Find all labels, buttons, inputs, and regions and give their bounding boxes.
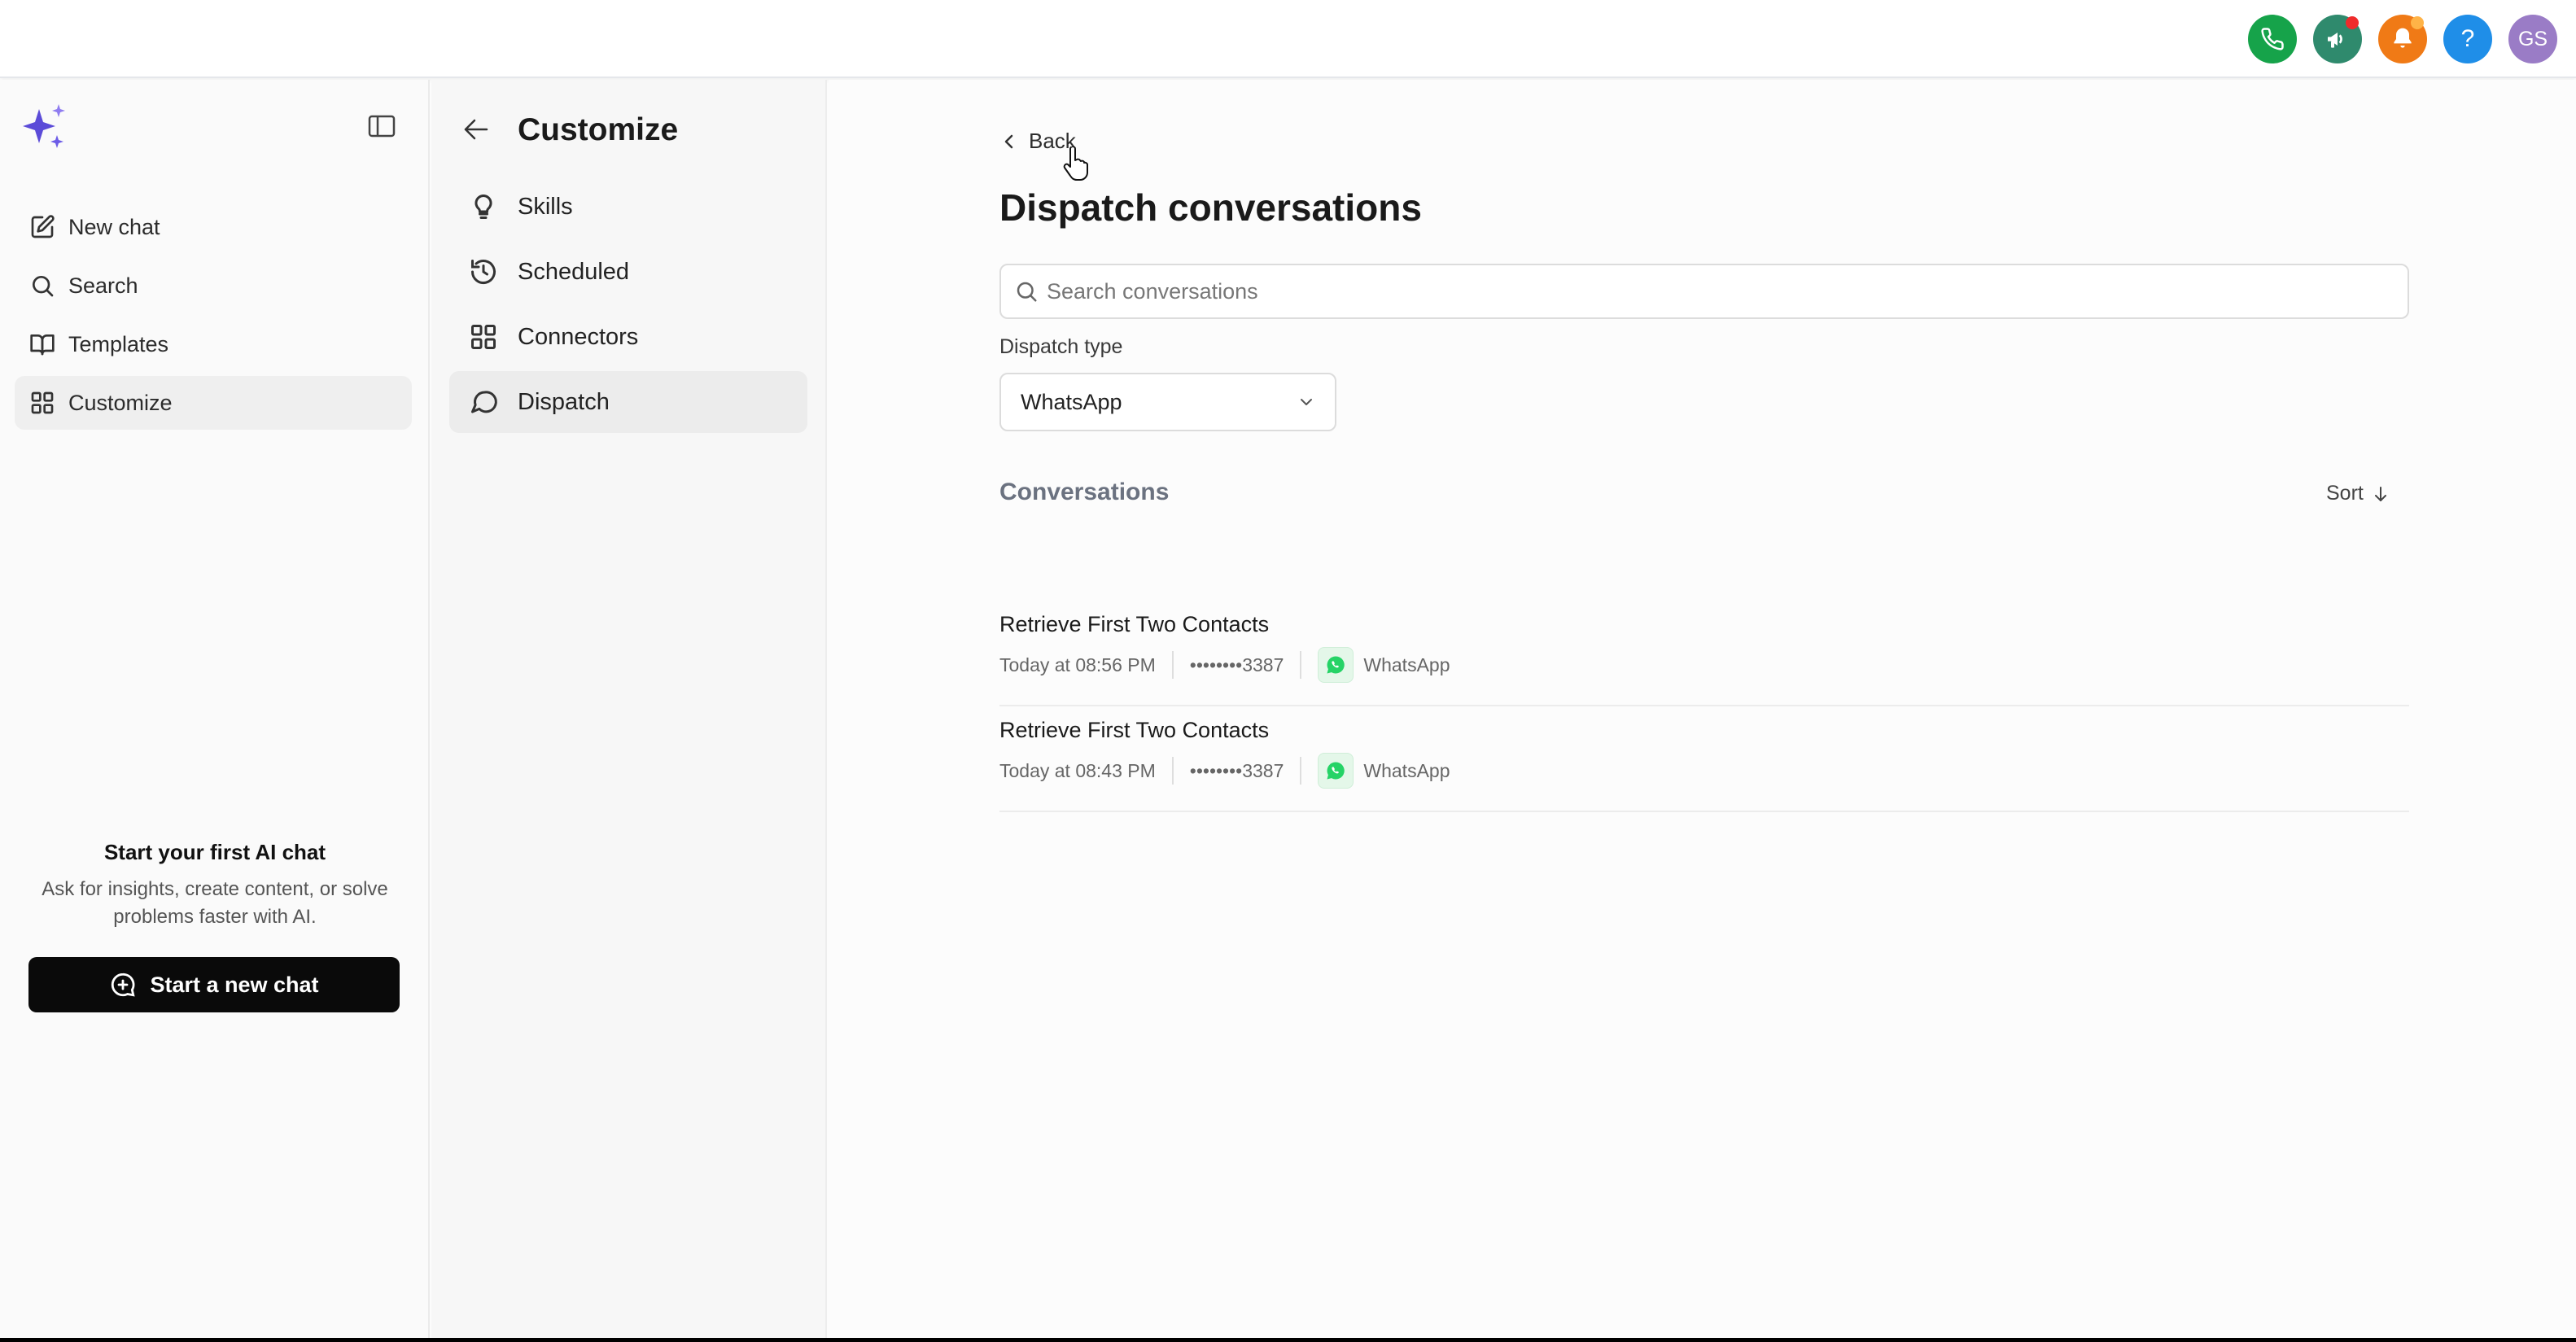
meta-divider [1300,651,1302,679]
conversation-time: Today at 08:56 PM [999,654,1156,675]
sort-label: Sort [2326,482,2364,505]
edit-icon [31,215,55,238]
sidebar-item-templates[interactable]: Templates [15,317,412,371]
hand-cursor-icon [1063,146,1088,181]
customize-item-connectors[interactable]: Connectors [449,306,807,368]
sidebar-toggle-icon[interactable] [368,114,396,138]
notifications-button[interactable] [2378,15,2427,63]
conversation-row[interactable]: Retrieve First Two Contacts Today at 08:… [999,601,2409,706]
promo-text: Ask for insights, create content, or sol… [42,878,388,928]
top-bar: ? GS [0,0,2576,78]
customize-item-label: Skills [518,193,573,220]
search-conversations-field[interactable] [999,264,2409,319]
sidebar-item-search[interactable]: Search [15,259,412,313]
sidebar-item-new-chat[interactable]: New chat [15,200,412,254]
phone-icon [2261,28,2284,50]
arrow-left-icon[interactable] [462,117,490,142]
help-button[interactable]: ? [2443,15,2492,63]
sort-button[interactable]: Sort [2326,482,2390,505]
promo-title: Start your first AI chat [103,840,326,864]
customize-item-scheduled[interactable]: Scheduled [449,241,807,303]
sidebar-item-label: New chat [68,214,160,239]
customize-item-dispatch[interactable]: Dispatch [449,371,807,433]
sparkle-logo[interactable] [23,103,68,150]
search-icon [33,276,54,297]
conversation-title: Retrieve First Two Contacts [999,718,1270,742]
conversation-number: ••••••••3387 [1189,654,1284,675]
chat-bubble-icon [471,391,497,413]
sidebar-item-label: Search [68,273,138,298]
conversations-heading: Conversations [999,479,1170,505]
conversation-time: Today at 08:43 PM [999,759,1156,781]
sidebar: New chat Search Templates Customize Star… [0,80,430,1338]
conversation-row[interactable]: Retrieve First Two Contacts Today at 08:… [999,706,2409,812]
conversation-title: Retrieve First Two Contacts [999,612,1270,636]
sidebar-item-label: Templates [68,331,169,356]
app-window: ? GS New chat Search Templates Customize… [0,0,2576,1338]
start-new-chat-button[interactable]: Start a new chat [28,957,400,1012]
book-icon [30,334,55,356]
meta-divider [1171,651,1174,679]
conversation-number: ••••••••3387 [1189,759,1284,781]
avatar[interactable]: GS [2508,15,2557,63]
meta-divider [1171,757,1174,785]
sidebar-item-customize[interactable]: Customize [15,376,412,430]
announcements-button[interactable] [2313,15,2362,63]
dispatch-type-select[interactable]: WhatsApp [999,373,1336,431]
customize-item-label: Scheduled [518,258,630,285]
grid-icon [31,391,54,414]
bell-icon [2394,28,2412,48]
main-content: Back Dispatch conversations Dispatch typ… [829,80,2576,1338]
unread-badge [2346,16,2359,29]
arrow-down-icon [2374,486,2386,501]
notification-badge [2411,16,2424,29]
whatsapp-badge [1318,647,1354,683]
dispatch-type-value: WhatsApp [1021,389,1122,414]
page-title: Dispatch conversations [999,186,1422,229]
customize-panel: Customize Skills Scheduled Connectors Di… [431,80,827,1338]
whatsapp-badge [1318,753,1354,789]
meta-divider [1300,757,1302,785]
chevron-left-icon [1004,134,1013,148]
grid-icon [471,325,496,349]
search-icon [1017,282,1037,302]
conversation-meta: Today at 08:43 PM ••••••••3387 WhatsApp [999,753,1450,789]
sidebar-item-label: Customize [68,390,173,415]
start-button-label: Start a new chat [150,972,319,997]
history-icon [471,260,496,285]
search-input[interactable] [1047,278,2349,304]
phone-button[interactable] [2248,15,2297,63]
whatsapp-icon [1327,762,1345,780]
customize-item-skills[interactable]: Skills [449,176,807,238]
customize-item-label: Dispatch [518,388,610,415]
conversation-channel: WhatsApp [1363,654,1450,675]
help-icon: ? [2460,25,2475,52]
avatar-initials: GS [2517,27,2548,50]
chevron-down-icon [1301,399,1312,405]
customize-title: Customize [518,112,679,147]
whatsapp-icon [1327,656,1345,674]
customize-item-label: Connectors [518,323,639,350]
megaphone-icon [2328,33,2342,48]
chat-plus-icon [112,973,136,997]
lightbulb-icon [475,194,492,219]
dispatch-type-label: Dispatch type [999,335,1123,358]
conversation-channel: WhatsApp [1363,759,1450,781]
conversation-meta: Today at 08:56 PM ••••••••3387 WhatsApp [999,647,1450,683]
